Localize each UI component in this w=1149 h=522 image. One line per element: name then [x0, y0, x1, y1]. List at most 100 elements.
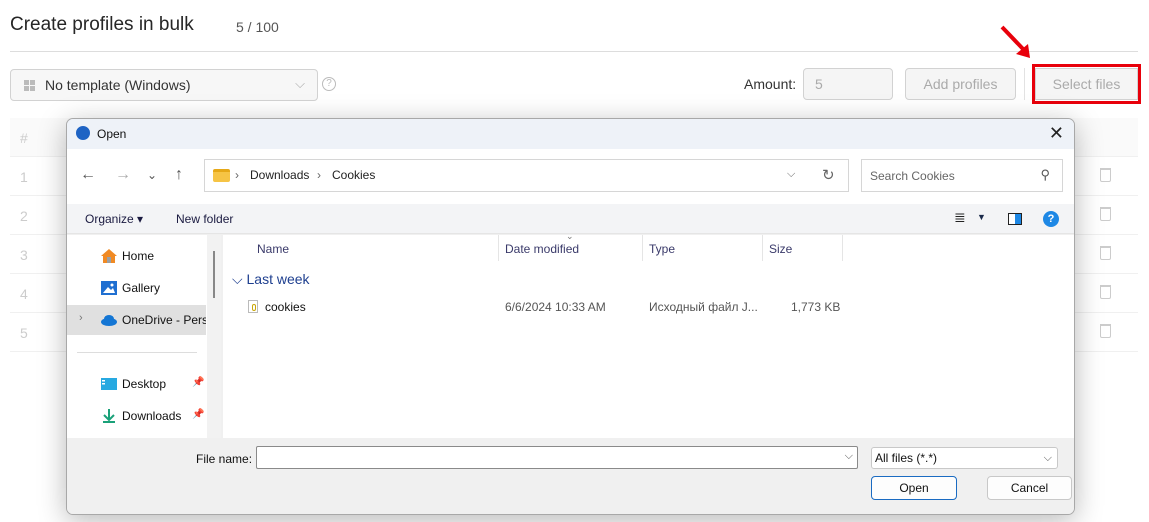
dialog-toolbar: Organize ▾ New folder ≣ ▼ ? [67, 204, 1074, 234]
highlight-box [1032, 64, 1141, 104]
app-logo-icon [76, 126, 90, 140]
sidebar-item-downloads[interactable]: Downloads 📌 [67, 401, 206, 431]
row-number: 4 [20, 286, 28, 302]
amount-input[interactable]: 5 [803, 68, 893, 100]
file-type: Исходный файл J... [649, 300, 758, 314]
home-icon [101, 249, 117, 263]
template-select[interactable]: No template (Windows) ⌵ [10, 69, 318, 101]
new-folder-button[interactable]: New folder [176, 212, 233, 226]
sidebar-item-desktop[interactable]: Desktop 📌 [67, 369, 206, 399]
group-header-last-week[interactable]: ⌵ Last week [232, 271, 310, 288]
search-placeholder: Search Cookies [870, 169, 955, 183]
preview-pane-icon[interactable] [1008, 213, 1022, 225]
navigation-bar: ← → ⌄ ↑ › Downloads › Cookies ⌵ ↻ Search… [67, 149, 1074, 204]
page-title: Create profiles in bulk [10, 14, 194, 35]
sidebar-item-home[interactable]: Home [67, 241, 206, 271]
js-file-icon [248, 300, 258, 313]
column-divider[interactable] [498, 235, 499, 261]
open-button[interactable]: Open [871, 476, 957, 500]
column-header-type[interactable]: Type [649, 242, 675, 256]
organize-button[interactable]: Organize ▾ [85, 212, 143, 226]
trash-icon[interactable] [1100, 324, 1111, 338]
file-list: Name ⌄ Date modified Type Size ⌵ Last we… [223, 231, 1074, 438]
sidebar-scrollbar[interactable] [207, 235, 221, 438]
chevron-right-icon[interactable]: › [79, 312, 83, 324]
dialog-title: Open [97, 127, 127, 141]
column-header-size[interactable]: Size [769, 242, 792, 256]
trash-icon[interactable] [1100, 168, 1111, 182]
column-number-header: # [20, 130, 28, 146]
forward-arrow-icon[interactable]: → [115, 166, 131, 184]
pin-icon[interactable]: 📌 [192, 377, 204, 388]
dialog-titlebar[interactable]: Open ✕ [67, 119, 1074, 149]
column-divider[interactable] [762, 235, 763, 261]
gallery-icon [101, 281, 117, 295]
recent-locations-icon[interactable]: ⌄ [147, 168, 157, 182]
search-input[interactable]: Search Cookies ⚲ [861, 159, 1063, 192]
column-header-name[interactable]: Name [257, 242, 289, 256]
pin-icon[interactable]: 📌 [192, 409, 204, 420]
file-type-value: All files (*.*) [875, 451, 938, 465]
question-circle-icon[interactable]: ? [322, 77, 336, 91]
file-name-label: File name: [196, 452, 253, 466]
sidebar-item-label: OneDrive - Personal [122, 313, 206, 327]
page: Create profiles in bulk 5 / 100 No templ… [0, 0, 1149, 522]
row-number: 3 [20, 247, 28, 263]
scrollbar-thumb[interactable] [213, 251, 215, 298]
sidebar-item-label: Home [122, 249, 155, 263]
onedrive-icon [101, 315, 117, 326]
amount-label: Amount: [744, 76, 797, 92]
caret-down-icon[interactable]: ▼ [977, 212, 986, 222]
file-row[interactable]: cookies 6/6/2024 10:33 AM Исходный файл … [223, 297, 1074, 319]
divider [77, 352, 197, 353]
row-number: 5 [20, 325, 28, 341]
sidebar-item-gallery[interactable]: Gallery [67, 273, 206, 303]
chevron-down-icon: ⌵ [295, 76, 305, 91]
back-arrow-icon[interactable]: ← [80, 166, 96, 184]
red-arrow-annotation [1000, 25, 1030, 58]
breadcrumb-downloads[interactable]: Downloads [250, 168, 309, 182]
file-date: 6/6/2024 10:33 AM [505, 300, 606, 314]
breadcrumb-separator: › [317, 168, 321, 182]
close-icon[interactable]: ✕ [1049, 123, 1064, 144]
chevron-down-icon: ⌵ [1043, 452, 1052, 464]
divider [1024, 68, 1025, 100]
downloads-icon [103, 409, 115, 423]
address-bar[interactable]: › Downloads › Cookies ⌵ ↻ [204, 159, 849, 192]
template-select-value: No template (Windows) [45, 77, 191, 93]
file-name: cookies [265, 300, 306, 314]
sidebar-item-label: Gallery [122, 281, 161, 295]
trash-icon[interactable] [1100, 246, 1111, 260]
file-type-select[interactable]: All files (*.*) ⌵ [871, 447, 1058, 469]
dialog-footer: File name: ⌵ All files (*.*) ⌵ Open Canc… [67, 438, 1074, 514]
group-label: Last week [246, 271, 310, 287]
trash-icon[interactable] [1100, 285, 1111, 299]
row-number: 1 [20, 169, 28, 185]
profile-count: 5 / 100 [236, 19, 279, 35]
sort-indicator-icon: ⌄ [566, 231, 574, 241]
help-icon[interactable]: ? [1043, 211, 1059, 227]
divider [10, 51, 1138, 52]
folder-icon [213, 169, 230, 182]
up-arrow-icon[interactable]: ↑ [175, 166, 183, 184]
file-size: 1,773 KB [791, 300, 841, 314]
column-divider[interactable] [642, 235, 643, 261]
refresh-icon[interactable]: ↻ [822, 166, 835, 184]
navigation-pane: Home Gallery › OneDrive - Personal Deskt… [67, 235, 221, 438]
breadcrumb-cookies[interactable]: Cookies [332, 168, 375, 182]
open-file-dialog: Open ✕ ← → ⌄ ↑ › Downloads › Cookies ⌵ ↻… [66, 118, 1075, 515]
sidebar-item-onedrive[interactable]: › OneDrive - Personal [67, 305, 206, 335]
row-number: 2 [20, 208, 28, 224]
file-name-input[interactable]: ⌵ [256, 446, 858, 469]
column-divider[interactable] [842, 235, 843, 261]
chevron-down-icon[interactable]: ⌵ [845, 450, 853, 463]
view-options-icon[interactable]: ≣ [954, 209, 966, 226]
desktop-icon [101, 378, 117, 390]
trash-icon[interactable] [1100, 207, 1111, 221]
search-icon[interactable]: ⚲ [1040, 167, 1050, 183]
chevron-down-icon[interactable]: ⌵ [787, 168, 795, 181]
windows-icon [24, 79, 35, 91]
add-profiles-button[interactable]: Add profiles [905, 68, 1016, 100]
column-header-date[interactable]: Date modified [505, 242, 579, 256]
cancel-button[interactable]: Cancel [987, 476, 1072, 500]
